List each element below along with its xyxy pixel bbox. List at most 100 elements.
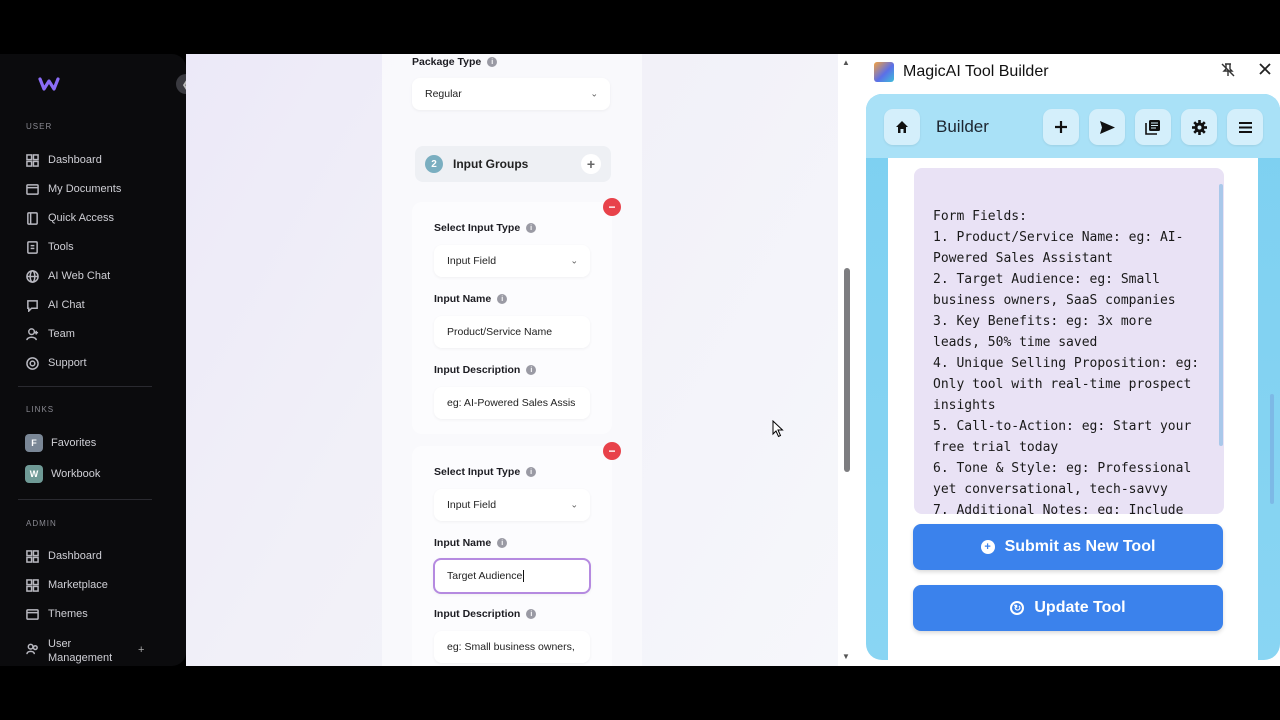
plus-icon [1055,121,1067,133]
info-icon[interactable]: i [497,294,508,304]
chevron-down-icon: ⌄ [590,88,598,99]
text-caret [523,570,525,582]
sidebar-item-user-management[interactable]: User Management [26,637,118,665]
section-label-links: LINKS [26,405,55,414]
sidebar-item-admin-dashboard[interactable]: Dashboard [26,548,102,564]
input-name-field[interactable]: Product/Service Name [434,316,590,348]
sidebar: ❮ USER Dashboard My Documents Quick Acce… [0,54,196,666]
bookmark-icon [27,211,38,225]
info-icon[interactable]: i [526,365,537,375]
panel-header: MagicAI Tool Builder [874,62,1049,82]
input-name-label: Input Name i [434,293,508,305]
sidebar-item-themes[interactable]: Themes [26,606,88,622]
input-name-field-active[interactable]: Target Audience [433,558,591,594]
info-icon[interactable]: i [526,223,537,233]
remove-input-group-button[interactable]: − [603,442,621,460]
sidebar-item-label: Themes [48,608,88,620]
link-workbook[interactable]: W Workbook [25,465,100,483]
scrollbar-thumb[interactable] [1219,184,1223,446]
section-label-admin: ADMIN [26,519,57,528]
info-icon[interactable]: i [487,57,498,67]
sidebar-item-team[interactable]: Team [26,326,75,342]
unpin-icon[interactable] [1220,62,1236,82]
add-input-group-button[interactable]: + [581,154,601,174]
panel-scrollbar[interactable] [1268,114,1276,654]
button-label: Update Tool [1034,599,1126,616]
sidebar-item-label: User Management [48,638,113,664]
label-text: Package Type [412,56,482,68]
scrollbar-thumb[interactable] [1270,394,1274,504]
scroll-up-arrow-icon[interactable]: ▲ [842,58,850,67]
link-label: Workbook [51,468,101,480]
menu-button[interactable] [1227,109,1263,145]
select-input-type-label: Select Input Type i [434,466,537,478]
expand-user-management-icon[interactable]: + [138,644,144,656]
users-icon [26,643,38,655]
main-scrollbar[interactable]: ▲ ▼ [838,54,856,666]
sidebar-item-label: Tools [48,241,74,253]
panel-title: MagicAI Tool Builder [903,63,1049,80]
remove-input-group-button[interactable]: − [603,198,621,216]
workbook-badge: W [25,465,43,483]
home-button[interactable] [884,109,920,145]
input-type-select[interactable]: Input Field ⌄ [434,245,590,277]
grid-icon [26,153,39,167]
sidebar-item-label: Dashboard [48,550,102,562]
document-icon [27,240,38,254]
sidebar-item-label: Quick Access [48,212,115,224]
step-number-badge: 2 [425,155,443,173]
add-button[interactable] [1043,109,1079,145]
scrollbar-thumb[interactable] [844,268,850,472]
sidebar-item-quick-access[interactable]: Quick Access [26,210,114,226]
user-add-icon [26,327,39,340]
select-value: Input Field [447,255,497,267]
label-text: Input Name [434,293,492,305]
input-description-field[interactable]: eg: AI-Powered Sales Assis [434,387,590,419]
tool-prompt-textarea[interactable]: Form Fields: 1. Product/Service Name: eg… [914,168,1224,514]
textarea-scrollbar[interactable] [1218,174,1224,508]
settings-button[interactable] [1181,109,1217,145]
builder-title: Builder [936,117,989,136]
divider [18,499,152,500]
link-favorites[interactable]: F Favorites [25,434,96,452]
sidebar-item-label: My Documents [48,183,122,195]
divider [18,386,152,387]
label-text: Select Input Type [434,222,521,234]
builder-content: Form Fields: 1. Product/Service Name: eg… [888,158,1258,660]
app-logo[interactable] [38,76,60,97]
link-label: Favorites [51,437,97,449]
grid-icon [26,578,39,592]
label-text: Input Name [434,537,492,549]
sidebar-item-ai-web-chat[interactable]: AI Web Chat [26,268,110,284]
sidebar-item-dashboard[interactable]: Dashboard [26,152,102,168]
info-icon[interactable]: i [526,609,537,619]
submit-as-new-tool-button[interactable]: + Submit as New Tool [913,524,1223,570]
input-name-label: Input Name i [434,537,508,549]
input-type-select[interactable]: Input Field ⌄ [434,489,590,521]
favorites-badge: F [25,434,43,452]
input-groups-title: Input Groups [453,157,529,171]
sidebar-item-marketplace[interactable]: Marketplace [26,577,108,593]
folder-icon [26,183,39,195]
sidebar-item-ai-chat[interactable]: AI Chat [26,297,85,313]
field-value: Target Audience [447,570,523,582]
info-icon[interactable]: i [497,538,508,548]
input-description-field[interactable]: eg: Small business owners, [434,631,590,663]
close-icon[interactable] [1258,62,1272,80]
package-type-select[interactable]: Regular ⌄ [412,78,610,110]
plus-circle-icon: + [980,540,995,554]
builder-toolbar: Builder [866,94,1280,158]
chevron-down-icon: ⌄ [570,255,578,266]
scroll-down-arrow-icon[interactable]: ▼ [842,652,850,661]
mouse-cursor-icon [772,420,784,438]
sidebar-item-tools[interactable]: Tools [26,239,74,255]
sidebar-item-my-documents[interactable]: My Documents [26,181,121,197]
button-label: Submit as New Tool [1004,538,1156,555]
info-icon[interactable]: i [526,467,537,477]
label-text: Select Input Type [434,466,521,478]
sidebar-item-support[interactable]: Support [26,355,87,371]
update-tool-button[interactable]: ↻ Update Tool [913,585,1223,631]
send-button[interactable] [1089,109,1125,145]
library-button[interactable] [1135,109,1171,145]
input-description-label: Input Description i [434,608,537,620]
